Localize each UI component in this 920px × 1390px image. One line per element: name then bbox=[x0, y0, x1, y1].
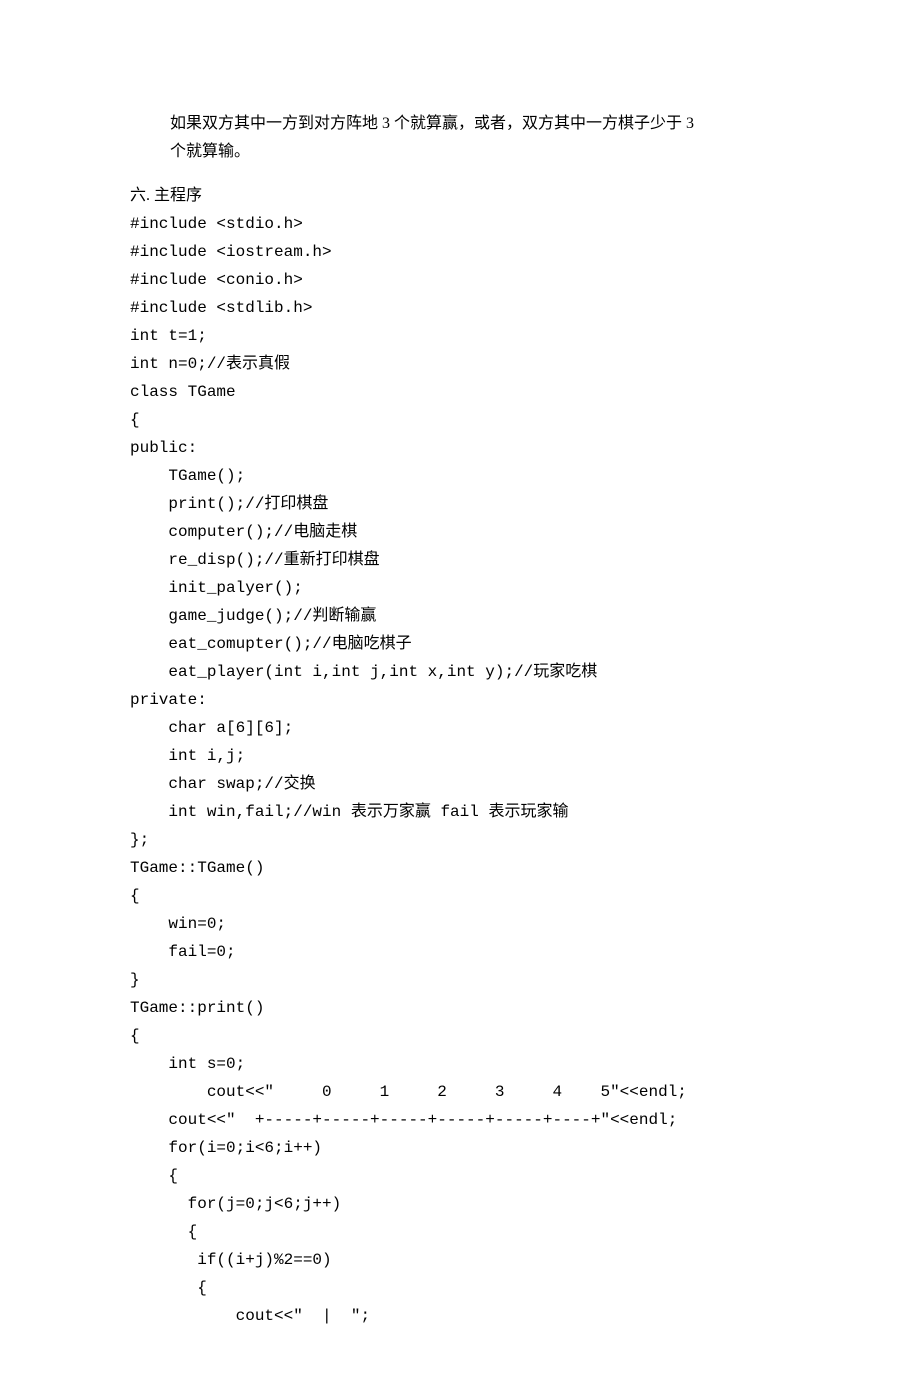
code-line: int n=0;//表示真假 bbox=[130, 355, 290, 373]
code-line: for(i=0;i<6;i++) bbox=[130, 1139, 322, 1157]
code-line: public: bbox=[130, 439, 197, 457]
intro-line-1: 如果双方其中一方到对方阵地 3 个就算赢，或者，双方其中一方棋子少于 3 bbox=[170, 110, 790, 138]
document-page: 如果双方其中一方到对方阵地 3 个就算赢，或者，双方其中一方棋子少于 3 个就算… bbox=[0, 0, 920, 1390]
section-title: 六. 主程序 bbox=[130, 182, 790, 210]
code-line: cout<<" | "; bbox=[130, 1307, 370, 1325]
code-line: { bbox=[130, 1167, 178, 1185]
code-line: int s=0; bbox=[130, 1055, 245, 1073]
code-line: { bbox=[130, 1223, 197, 1241]
code-line: char a[6][6]; bbox=[130, 719, 293, 737]
code-line: cout<<" 0 1 2 3 4 5"<<endl; bbox=[130, 1083, 687, 1101]
code-line: fail=0; bbox=[130, 943, 236, 961]
code-line: init_palyer(); bbox=[130, 579, 303, 597]
code-line: computer();//电脑走棋 bbox=[130, 523, 357, 541]
intro-line-2: 个就算输。 bbox=[170, 138, 790, 166]
code-line: for(j=0;j<6;j++) bbox=[130, 1195, 341, 1213]
intro-block: 如果双方其中一方到对方阵地 3 个就算赢，或者，双方其中一方棋子少于 3 个就算… bbox=[130, 110, 790, 166]
code-line: { bbox=[130, 1027, 140, 1045]
code-line: #include <iostream.h> bbox=[130, 243, 332, 261]
code-line: #include <conio.h> bbox=[130, 271, 303, 289]
code-line: if((i+j)%2==0) bbox=[130, 1251, 332, 1269]
code-line: game_judge();//判断输赢 bbox=[130, 607, 376, 625]
code-line: private: bbox=[130, 691, 207, 709]
code-line: }; bbox=[130, 831, 149, 849]
code-line: TGame(); bbox=[130, 467, 245, 485]
code-line: cout<<" +-----+-----+-----+-----+-----+-… bbox=[130, 1111, 677, 1129]
code-line: char swap;//交换 bbox=[130, 775, 316, 793]
code-line: class TGame bbox=[130, 383, 236, 401]
code-line: eat_comupter();//电脑吃棋子 bbox=[130, 635, 412, 653]
code-line: int win,fail;//win 表示万家赢 fail 表示玩家输 bbox=[130, 803, 568, 821]
code-line: win=0; bbox=[130, 915, 226, 933]
code-line: print();//打印棋盘 bbox=[130, 495, 328, 513]
code-block: #include <stdio.h> #include <iostream.h>… bbox=[130, 210, 790, 1330]
code-line: { bbox=[130, 411, 140, 429]
code-line: #include <stdlib.h> bbox=[130, 299, 312, 317]
code-line: TGame::TGame() bbox=[130, 859, 264, 877]
code-line: re_disp();//重新打印棋盘 bbox=[130, 551, 380, 569]
code-line: { bbox=[130, 887, 140, 905]
code-line: #include <stdio.h> bbox=[130, 215, 303, 233]
code-line: int i,j; bbox=[130, 747, 245, 765]
code-line: } bbox=[130, 971, 140, 989]
code-line: eat_player(int i,int j,int x,int y);//玩家… bbox=[130, 663, 597, 681]
spacer bbox=[130, 166, 790, 182]
code-line: TGame::print() bbox=[130, 999, 264, 1017]
code-line: { bbox=[130, 1279, 207, 1297]
code-line: int t=1; bbox=[130, 327, 207, 345]
